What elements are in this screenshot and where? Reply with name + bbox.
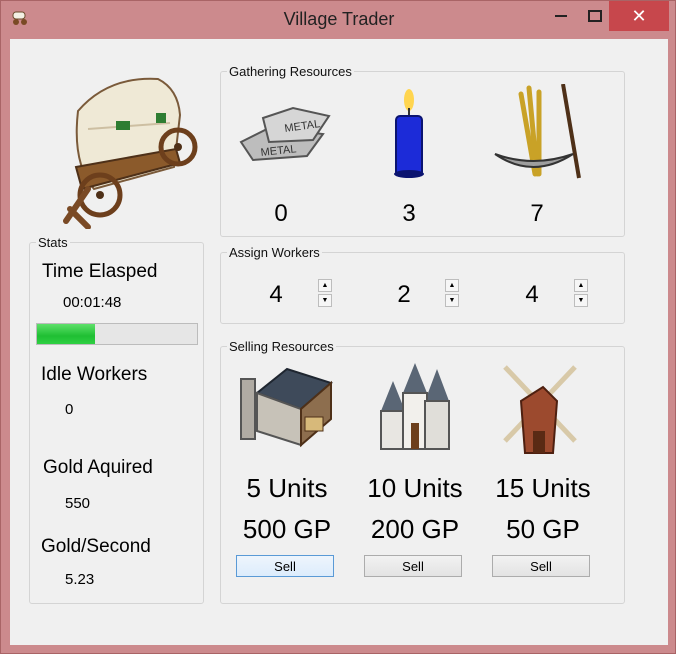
wheat-scythe-icon bbox=[494, 84, 581, 179]
wheat-count: 7 bbox=[530, 200, 544, 227]
maximize-button[interactable] bbox=[581, 1, 609, 31]
candle-workers-value[interactable]: 2 bbox=[389, 281, 419, 309]
gold-per-second-value: 5.23 bbox=[65, 571, 95, 588]
maximize-icon bbox=[588, 10, 602, 22]
gold-per-second-label: Gold/Second bbox=[41, 536, 151, 557]
down-arrow-icon: ▼ bbox=[321, 297, 329, 304]
windmill-icon bbox=[503, 365, 577, 454]
close-icon: ✕ bbox=[631, 5, 647, 26]
candle-icon bbox=[394, 89, 424, 178]
client-area: Stats Time Elasped 00:01:48 Idle Workers… bbox=[10, 39, 668, 645]
selling-group-title: Selling Resources bbox=[227, 339, 336, 354]
covered-wagon-picture bbox=[63, 77, 198, 229]
metal-workers-value[interactable]: 4 bbox=[261, 281, 291, 309]
decrement-button[interactable]: ▼ bbox=[318, 294, 332, 307]
time-elapsed-label: Time Elasped bbox=[42, 261, 158, 282]
church-price: 200 GP bbox=[370, 514, 460, 544]
app-window: Village Trader ✕ Stats Time Elasped 00:0… bbox=[0, 0, 676, 654]
gold-acquired-value: 550 bbox=[65, 495, 91, 512]
sell-windmill-button[interactable]: Sell bbox=[492, 555, 590, 577]
up-arrow-icon: ▲ bbox=[321, 282, 329, 289]
assign-workers-group: Assign Workers 4 ▲ ▼ 2 ▲ ▼ 4 ▲ ▼ bbox=[220, 245, 625, 324]
increment-button[interactable]: ▲ bbox=[318, 279, 332, 292]
close-button[interactable]: ✕ bbox=[609, 1, 669, 31]
down-arrow-icon: ▼ bbox=[448, 297, 456, 304]
assign-workers-group-title: Assign Workers bbox=[227, 245, 322, 260]
blacksmith-icon bbox=[240, 367, 334, 448]
idle-workers-label: Idle Workers bbox=[41, 364, 148, 385]
time-elapsed-value: 00:01:48 bbox=[63, 294, 122, 311]
wheat-workers-stepper[interactable]: ▲ ▼ bbox=[574, 279, 588, 307]
gathering-group-title: Gathering Resources bbox=[227, 64, 354, 79]
stats-group: Stats Time Elasped 00:01:48 Idle Workers… bbox=[29, 235, 204, 604]
minimize-icon bbox=[555, 15, 567, 17]
windmill-price: 50 GP bbox=[506, 514, 580, 544]
metal-ingot-icon: METAL METAL bbox=[239, 106, 331, 162]
decrement-button[interactable]: ▼ bbox=[574, 294, 588, 307]
church-units: 10 Units bbox=[367, 473, 463, 503]
up-arrow-icon: ▲ bbox=[448, 282, 456, 289]
blacksmith-units: 5 Units bbox=[246, 473, 328, 503]
metal-workers-stepper[interactable]: ▲ ▼ bbox=[318, 279, 332, 307]
increment-button[interactable]: ▲ bbox=[445, 279, 459, 292]
sell-blacksmith-button[interactable]: Sell bbox=[236, 555, 334, 577]
blacksmith-price: 500 GP bbox=[242, 514, 332, 544]
sell-church-button[interactable]: Sell bbox=[364, 555, 462, 577]
candle-workers-stepper[interactable]: ▲ ▼ bbox=[445, 279, 459, 307]
time-progress-bar bbox=[36, 323, 198, 345]
windmill-units: 15 Units bbox=[495, 473, 591, 503]
church-icon bbox=[380, 363, 450, 450]
gold-acquired-label: Gold Aquired bbox=[43, 457, 153, 478]
wheat-workers-value[interactable]: 4 bbox=[517, 281, 547, 309]
idle-workers-value: 0 bbox=[65, 401, 74, 418]
selling-group: Selling Resources 5 Units 10 Units 15 Un… bbox=[220, 339, 625, 604]
candle-count: 3 bbox=[402, 200, 416, 227]
minimize-button[interactable] bbox=[541, 1, 581, 31]
down-arrow-icon: ▼ bbox=[577, 297, 585, 304]
decrement-button[interactable]: ▼ bbox=[445, 294, 459, 307]
gathering-group: Gathering Resources METAL METAL 0 3 7 bbox=[220, 64, 625, 237]
up-arrow-icon: ▲ bbox=[577, 282, 585, 289]
time-progress-fill bbox=[37, 324, 95, 344]
increment-button[interactable]: ▲ bbox=[574, 279, 588, 292]
stats-group-title: Stats bbox=[36, 235, 70, 250]
metal-count: 0 bbox=[274, 200, 288, 227]
title-bar[interactable]: Village Trader ✕ bbox=[1, 1, 676, 39]
